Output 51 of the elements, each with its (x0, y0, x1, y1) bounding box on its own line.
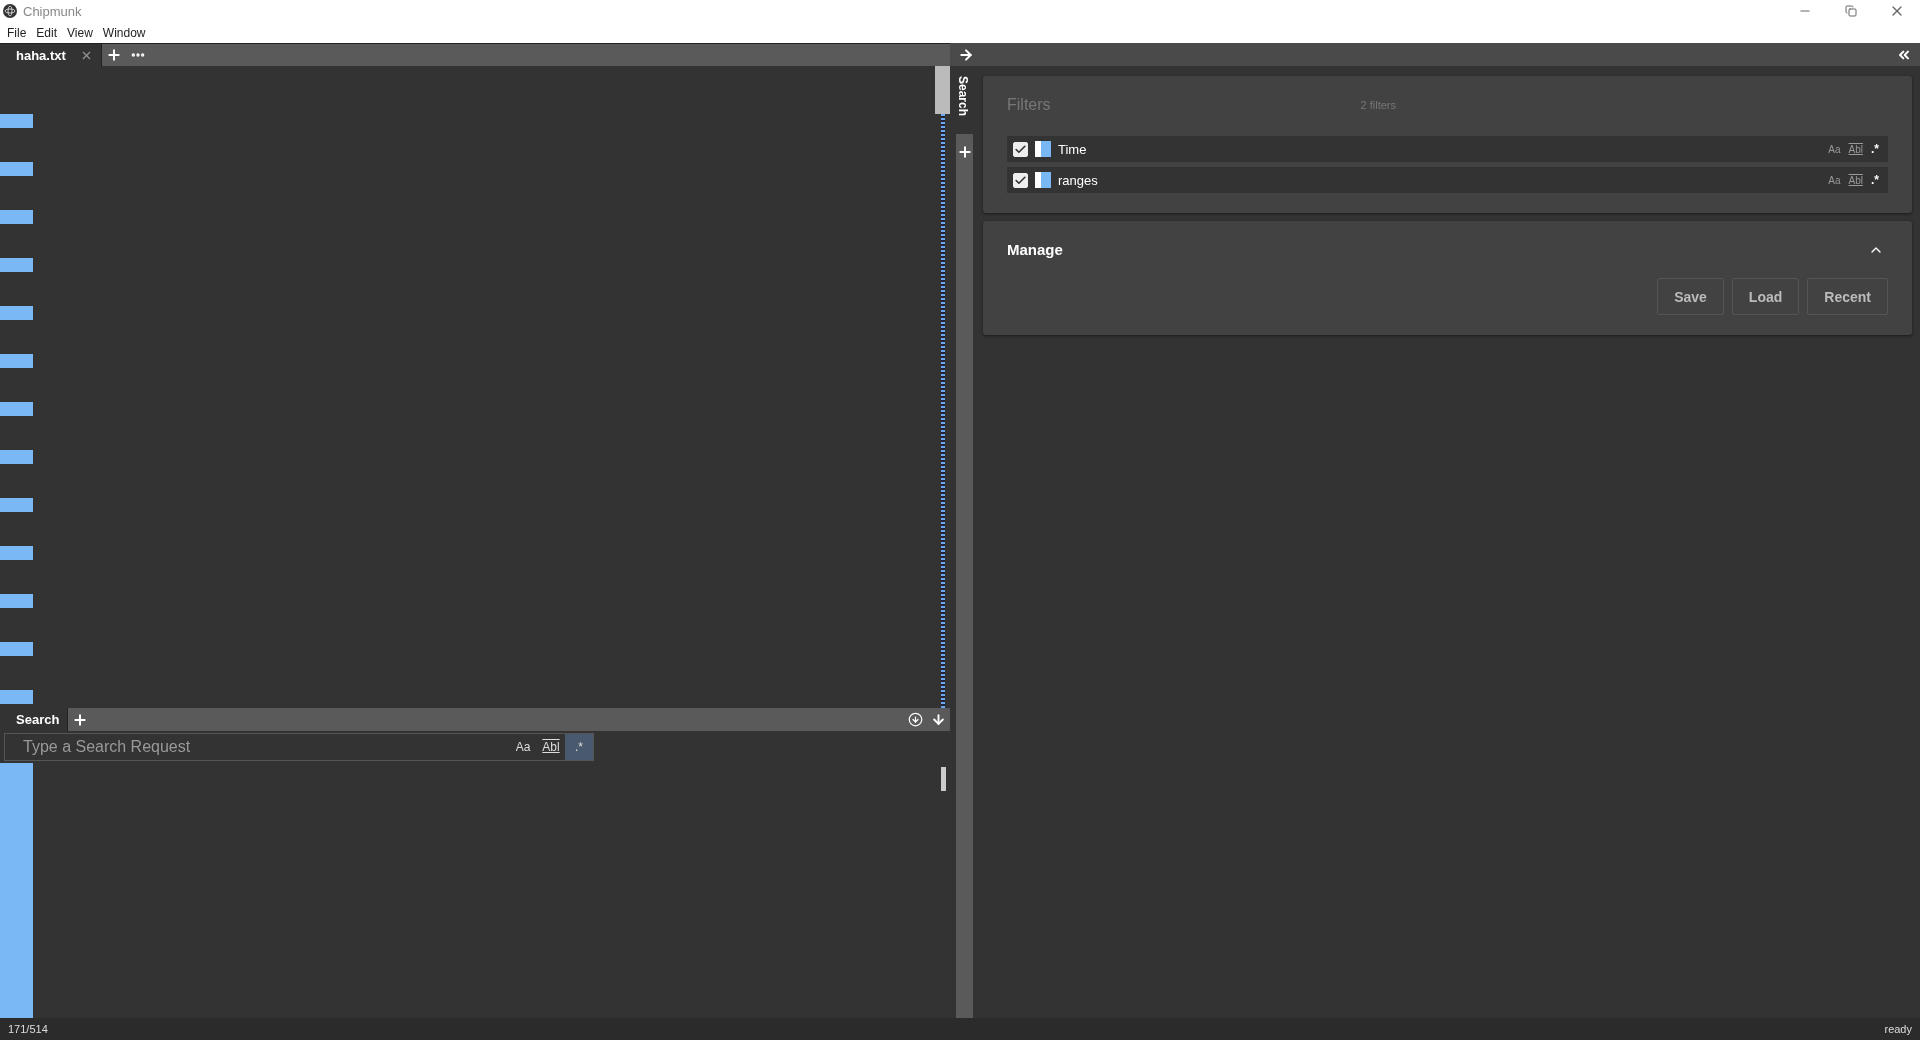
match-marker (0, 402, 33, 416)
match-marker (0, 690, 33, 704)
match-marker (0, 210, 33, 224)
filter-option-toggle[interactable]: Abl (1845, 173, 1866, 187)
color-swatch[interactable] (1035, 172, 1051, 188)
scrollbar-thumb[interactable] (935, 66, 950, 114)
filter-row[interactable]: Time Aa Abl .* (1007, 136, 1888, 162)
scrollbar-thumb[interactable] (941, 767, 946, 791)
match-marker (0, 114, 33, 128)
status-text: ready (1884, 1023, 1912, 1035)
match-marker (0, 594, 33, 608)
window-title: Chipmunk (23, 3, 82, 19)
menu-item[interactable]: File (2, 25, 32, 40)
app-logo-icon (3, 4, 17, 18)
manage-button[interactable]: Save (1657, 278, 1724, 315)
line-position: 171/514 (8, 1023, 48, 1035)
match-marker (0, 162, 33, 176)
checkbox[interactable] (1013, 141, 1028, 157)
match-marker (0, 546, 33, 560)
filter-option-toggle[interactable]: .* (1868, 142, 1882, 156)
match-marker (0, 354, 33, 368)
match-marker (0, 258, 33, 272)
arrow-down-icon (931, 712, 946, 727)
color-swatch[interactable] (1035, 141, 1051, 157)
match-marker (0, 498, 33, 512)
filter-option-toggle[interactable]: Aa (1825, 142, 1844, 156)
filter-label: Time (1058, 141, 1087, 157)
search-field[interactable]: Type a Search Request Aa Abl .* (4, 733, 594, 761)
match-marker (0, 306, 33, 320)
file-tab[interactable]: haha.txt (0, 43, 102, 67)
manage-title: Manage (1007, 241, 1063, 258)
filter-row[interactable]: ranges Aa Abl .* (1007, 167, 1888, 193)
restore-icon (1845, 5, 1857, 17)
menu-item[interactable]: Edit (31, 25, 63, 40)
search-tab[interactable]: Search (0, 708, 69, 731)
filter-label: ranges (1058, 172, 1098, 188)
filter-option-toggle[interactable]: Abl (1845, 142, 1866, 156)
checkbox[interactable] (1013, 172, 1028, 188)
filter-option-toggle[interactable]: .* (1868, 173, 1882, 187)
search-option-toggle[interactable]: Aa (509, 734, 537, 760)
circled-arrow-down-icon (908, 712, 923, 727)
plus-icon (105, 47, 122, 63)
manage-button[interactable]: Load (1731, 278, 1800, 315)
search-option-toggle[interactable]: Abl (537, 734, 565, 760)
manage-button[interactable]: Recent (1807, 278, 1888, 315)
filter-option-toggle[interactable]: Aa (1825, 173, 1844, 187)
search-option-toggle[interactable]: .* (565, 734, 593, 760)
menu-item[interactable]: Window (97, 25, 151, 40)
match-marker (0, 642, 33, 656)
match-marker (0, 450, 33, 464)
menu-item[interactable]: View (62, 25, 98, 40)
